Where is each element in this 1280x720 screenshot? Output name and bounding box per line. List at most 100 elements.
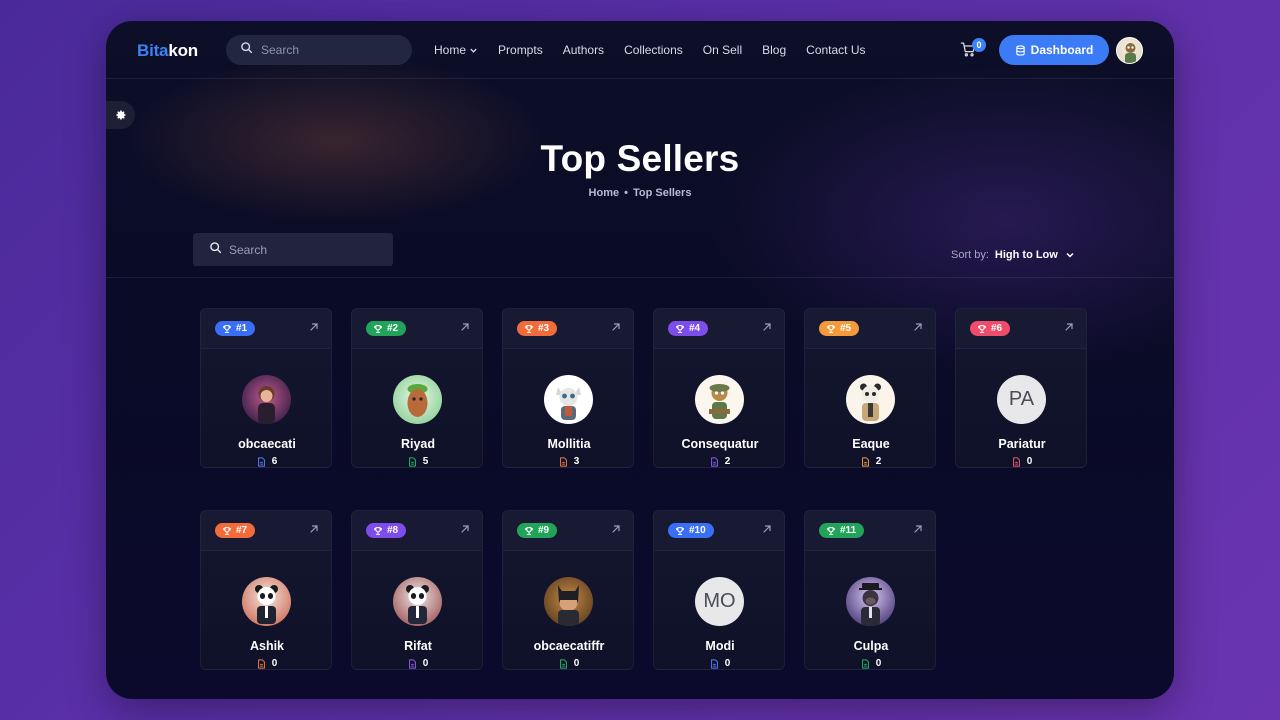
prompt-count-value: 0 bbox=[422, 658, 429, 669]
trophy-icon bbox=[374, 526, 382, 535]
menu-item-label: Blog bbox=[762, 43, 787, 57]
arrow-up-right-icon[interactable] bbox=[611, 524, 621, 534]
sort-dropdown[interactable]: High to Low bbox=[995, 249, 1075, 261]
seller-avatar[interactable] bbox=[242, 577, 291, 626]
prompt-count-value: 2 bbox=[724, 456, 731, 467]
prompt-count-value: 6 bbox=[271, 456, 278, 467]
rank-label: #5 bbox=[840, 323, 852, 334]
menu-item-label: Authors bbox=[562, 43, 605, 57]
prompt-count-value: 0 bbox=[573, 658, 580, 669]
seller-avatar[interactable] bbox=[695, 375, 744, 424]
document-icon bbox=[861, 658, 869, 669]
logo[interactable]: Bitakon bbox=[137, 41, 198, 61]
trophy-icon bbox=[827, 324, 835, 333]
seller-avatar[interactable]: PA bbox=[997, 375, 1046, 424]
seller-name[interactable]: Culpa bbox=[805, 639, 935, 653]
seller-card-header: #7 bbox=[201, 511, 331, 551]
seller-card[interactable]: #2 Riyad 5 bbox=[351, 308, 483, 468]
menu-item-blog[interactable]: Blog bbox=[762, 43, 786, 57]
seller-card-header: #1 bbox=[201, 309, 331, 349]
seller-avatar[interactable] bbox=[544, 577, 593, 626]
prompt-count-value: 0 bbox=[875, 658, 882, 669]
nav-search-input[interactable] bbox=[261, 43, 401, 57]
seller-search-box[interactable] bbox=[193, 233, 393, 266]
arrow-up-right-icon[interactable] bbox=[913, 524, 923, 534]
cart-button[interactable]: 0 bbox=[960, 38, 986, 61]
trophy-icon bbox=[223, 324, 231, 333]
rank-badge: #4 bbox=[668, 321, 709, 336]
seller-search-input[interactable] bbox=[229, 242, 379, 257]
seller-name[interactable]: Riyad bbox=[352, 437, 482, 451]
rank-badge: #6 bbox=[970, 321, 1011, 336]
breadcrumb-home[interactable]: Home bbox=[589, 187, 620, 199]
rank-label: #4 bbox=[689, 323, 701, 334]
menu-item-collections[interactable]: Collections bbox=[624, 43, 683, 57]
gear-icon bbox=[115, 110, 125, 120]
seller-card-header: #5 bbox=[805, 309, 935, 349]
document-icon bbox=[710, 456, 718, 467]
arrow-up-right-icon[interactable] bbox=[762, 524, 772, 534]
seller-card[interactable]: #1 obcaecati 6 bbox=[200, 308, 332, 468]
sort-value: High to Low bbox=[994, 249, 1058, 261]
breadcrumb: Home • Top Sellers bbox=[106, 187, 1174, 199]
seller-card-header: #2 bbox=[352, 309, 482, 349]
seller-card[interactable]: #10 MO Modi 0 bbox=[653, 510, 785, 670]
logo-part-2: kon bbox=[168, 41, 198, 60]
seller-card[interactable]: #11 Culpa 0 bbox=[804, 510, 936, 670]
seller-avatar[interactable] bbox=[393, 577, 442, 626]
arrow-up-right-icon[interactable] bbox=[762, 322, 772, 332]
prompt-count: 0 bbox=[654, 658, 784, 669]
seller-avatar[interactable] bbox=[242, 375, 291, 424]
menu-item-home[interactable]: Home bbox=[434, 43, 478, 57]
seller-card-header: #3 bbox=[503, 309, 633, 349]
menu-item-on-sell[interactable]: On Sell bbox=[703, 43, 742, 57]
seller-avatar[interactable] bbox=[544, 375, 593, 424]
seller-name[interactable]: obcaecati bbox=[201, 437, 331, 451]
prompt-count-value: 0 bbox=[1026, 456, 1033, 467]
database-icon bbox=[1015, 44, 1025, 56]
prompt-count-value: 2 bbox=[875, 456, 882, 467]
seller-name[interactable]: Mollitia bbox=[503, 437, 633, 451]
seller-name[interactable]: Consequatur bbox=[654, 437, 784, 451]
seller-card[interactable]: #4 Consequatur 2 bbox=[653, 308, 785, 468]
seller-card[interactable]: #7 Ashik 0 bbox=[200, 510, 332, 670]
arrow-up-right-icon[interactable] bbox=[460, 524, 470, 534]
seller-name[interactable]: obcaecatiffr bbox=[503, 639, 633, 653]
seller-avatar[interactable] bbox=[846, 375, 895, 424]
arrow-up-right-icon[interactable] bbox=[913, 322, 923, 332]
search-icon bbox=[240, 41, 253, 59]
dashboard-button[interactable]: Dashboard bbox=[999, 35, 1109, 65]
settings-tab[interactable] bbox=[106, 101, 135, 129]
rank-badge: #9 bbox=[517, 523, 558, 538]
menu-item-authors[interactable]: Authors bbox=[563, 43, 604, 57]
menu-item-label: Collections bbox=[624, 43, 683, 57]
seller-card[interactable]: #8 Rifat 0 bbox=[351, 510, 483, 670]
seller-name[interactable]: Eaque bbox=[805, 437, 935, 451]
arrow-up-right-icon[interactable] bbox=[309, 524, 319, 534]
nav-search-box[interactable] bbox=[226, 35, 412, 65]
seller-card[interactable]: #3 Mollitia 3 bbox=[502, 308, 634, 468]
arrow-up-right-icon[interactable] bbox=[611, 322, 621, 332]
arrow-up-right-icon[interactable] bbox=[309, 322, 319, 332]
menu-item-prompts[interactable]: Prompts bbox=[498, 43, 543, 57]
menu-item-contact-us[interactable]: Contact Us bbox=[806, 43, 865, 57]
rank-badge: #7 bbox=[215, 523, 256, 538]
document-icon bbox=[408, 658, 416, 669]
seller-card[interactable]: #9 obcaecatiffr 0 bbox=[502, 510, 634, 670]
seller-name[interactable]: Modi bbox=[654, 639, 784, 653]
seller-avatar[interactable] bbox=[846, 577, 895, 626]
seller-name[interactable]: Pariatur bbox=[956, 437, 1086, 451]
arrow-up-right-icon[interactable] bbox=[1064, 322, 1074, 332]
seller-name[interactable]: Ashik bbox=[201, 639, 331, 653]
trophy-icon bbox=[676, 324, 684, 333]
seller-card[interactable]: #6 PA Pariatur 0 bbox=[955, 308, 1087, 468]
seller-card[interactable]: #5 Eaque 2 bbox=[804, 308, 936, 468]
document-icon bbox=[1012, 456, 1020, 467]
app-frame: Bitakon Home Prompts Authors Collections… bbox=[106, 21, 1174, 699]
seller-avatar[interactable] bbox=[393, 375, 442, 424]
seller-avatar[interactable]: MO bbox=[695, 577, 744, 626]
arrow-up-right-icon[interactable] bbox=[460, 322, 470, 332]
rank-badge: #2 bbox=[366, 321, 407, 336]
user-avatar[interactable] bbox=[1116, 37, 1143, 64]
seller-name[interactable]: Rifat bbox=[352, 639, 482, 653]
